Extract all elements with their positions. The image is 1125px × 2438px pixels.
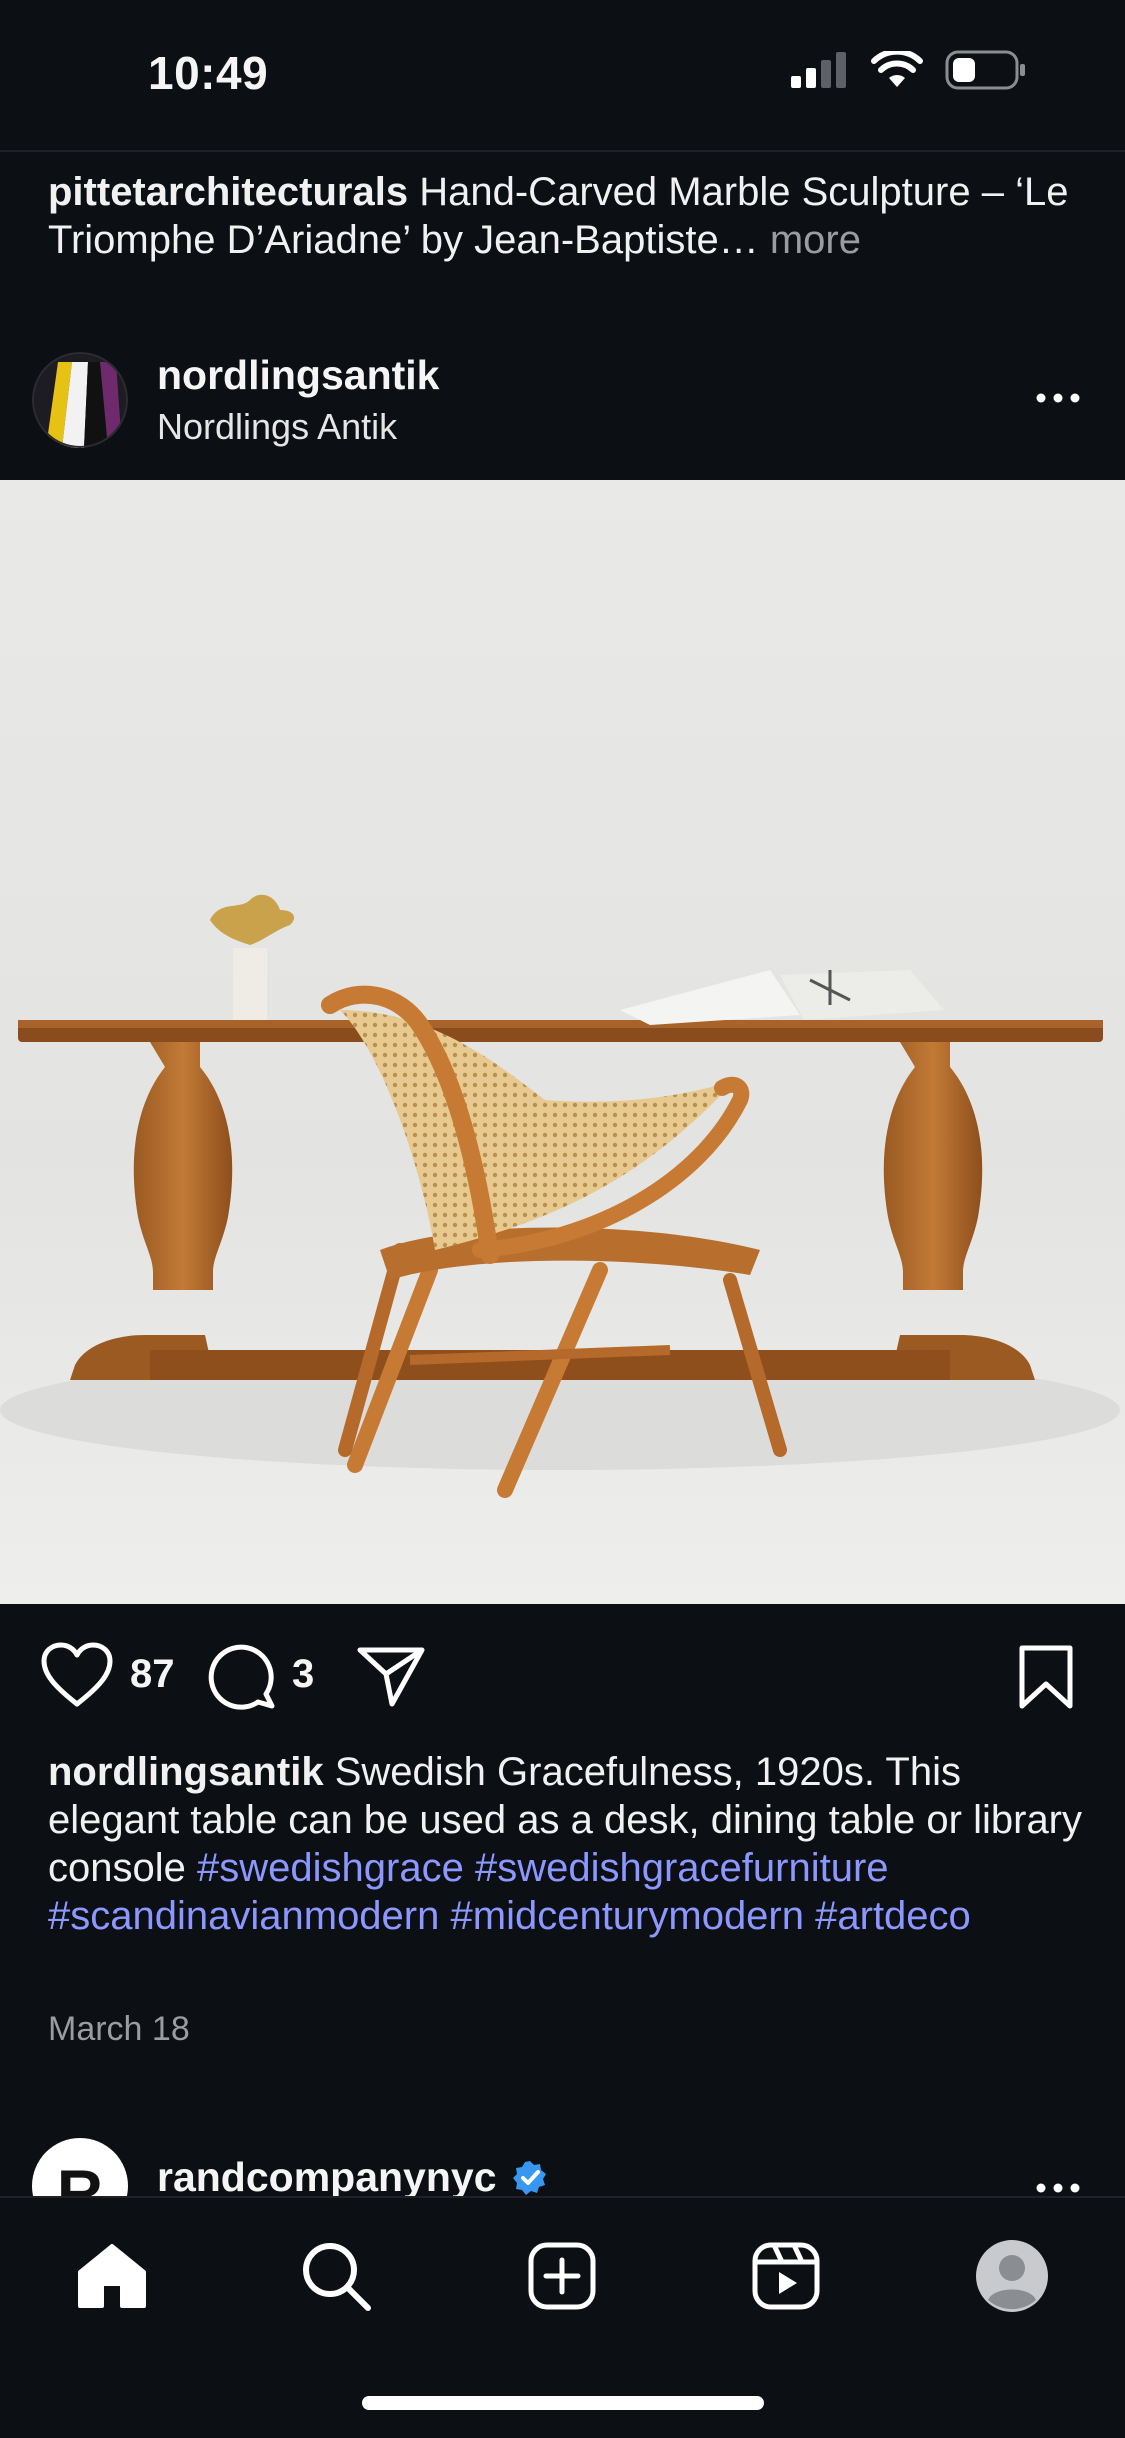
top-divider bbox=[0, 150, 1125, 152]
save-icon[interactable] bbox=[1016, 1644, 1076, 1710]
previous-post-caption[interactable]: pittetarchitecturals Hand-Carved Marble … bbox=[48, 168, 1078, 264]
comment-icon[interactable] bbox=[208, 1642, 278, 1710]
hashtag[interactable]: #artdeco bbox=[815, 1894, 971, 1938]
tab-profile[interactable] bbox=[972, 2236, 1052, 2316]
status-time: 10:49 bbox=[148, 47, 269, 99]
create-icon bbox=[528, 2242, 596, 2310]
signal-icon bbox=[791, 52, 846, 88]
tab-create[interactable] bbox=[522, 2236, 602, 2316]
hashtag[interactable]: #scandinavianmodern bbox=[48, 1894, 439, 1938]
battery-icon bbox=[945, 50, 1025, 90]
post-photo[interactable] bbox=[0, 480, 1125, 1604]
post-caption: nordlingsantik Swedish Gracefulness, 192… bbox=[48, 1748, 1088, 1940]
home-icon bbox=[78, 2244, 146, 2308]
more-link[interactable]: more bbox=[770, 218, 861, 262]
avatar[interactable] bbox=[32, 352, 128, 448]
post-subtitle[interactable]: Nordlings Antik bbox=[157, 406, 397, 448]
hashtag[interactable]: #swedishgrace bbox=[197, 1846, 464, 1890]
comment-count[interactable]: 3 bbox=[292, 1652, 314, 1697]
share-icon[interactable] bbox=[356, 1644, 426, 1708]
next-post-username[interactable]: randcompanynyc bbox=[157, 2154, 549, 2201]
profile-icon bbox=[976, 2240, 1048, 2312]
reels-icon bbox=[752, 2242, 820, 2310]
previous-post-username[interactable]: pittetarchitecturals bbox=[48, 170, 408, 214]
verified-badge-icon bbox=[512, 2160, 546, 2195]
caption-username[interactable]: nordlingsantik bbox=[48, 1750, 324, 1794]
like-icon[interactable] bbox=[40, 1642, 114, 1708]
tab-home[interactable] bbox=[72, 2236, 152, 2316]
like-count[interactable]: 87 bbox=[130, 1652, 175, 1697]
post-username[interactable]: nordlingsantik bbox=[157, 352, 439, 399]
home-indicator[interactable] bbox=[362, 2396, 764, 2410]
more-options-icon[interactable] bbox=[1033, 378, 1083, 418]
next-post-username-text[interactable]: randcompanynyc bbox=[157, 2154, 497, 2201]
hashtag[interactable]: #swedishgracefurniture bbox=[475, 1846, 889, 1890]
post-date: March 18 bbox=[48, 2010, 190, 2048]
wifi-icon bbox=[871, 51, 923, 87]
search-icon bbox=[303, 2243, 371, 2311]
avatar-image bbox=[32, 352, 128, 448]
tab-reels[interactable] bbox=[746, 2236, 826, 2316]
status-icons bbox=[791, 50, 1027, 90]
tab-search[interactable] bbox=[296, 2236, 376, 2316]
hashtag[interactable]: #midcenturymodern bbox=[451, 1894, 805, 1938]
